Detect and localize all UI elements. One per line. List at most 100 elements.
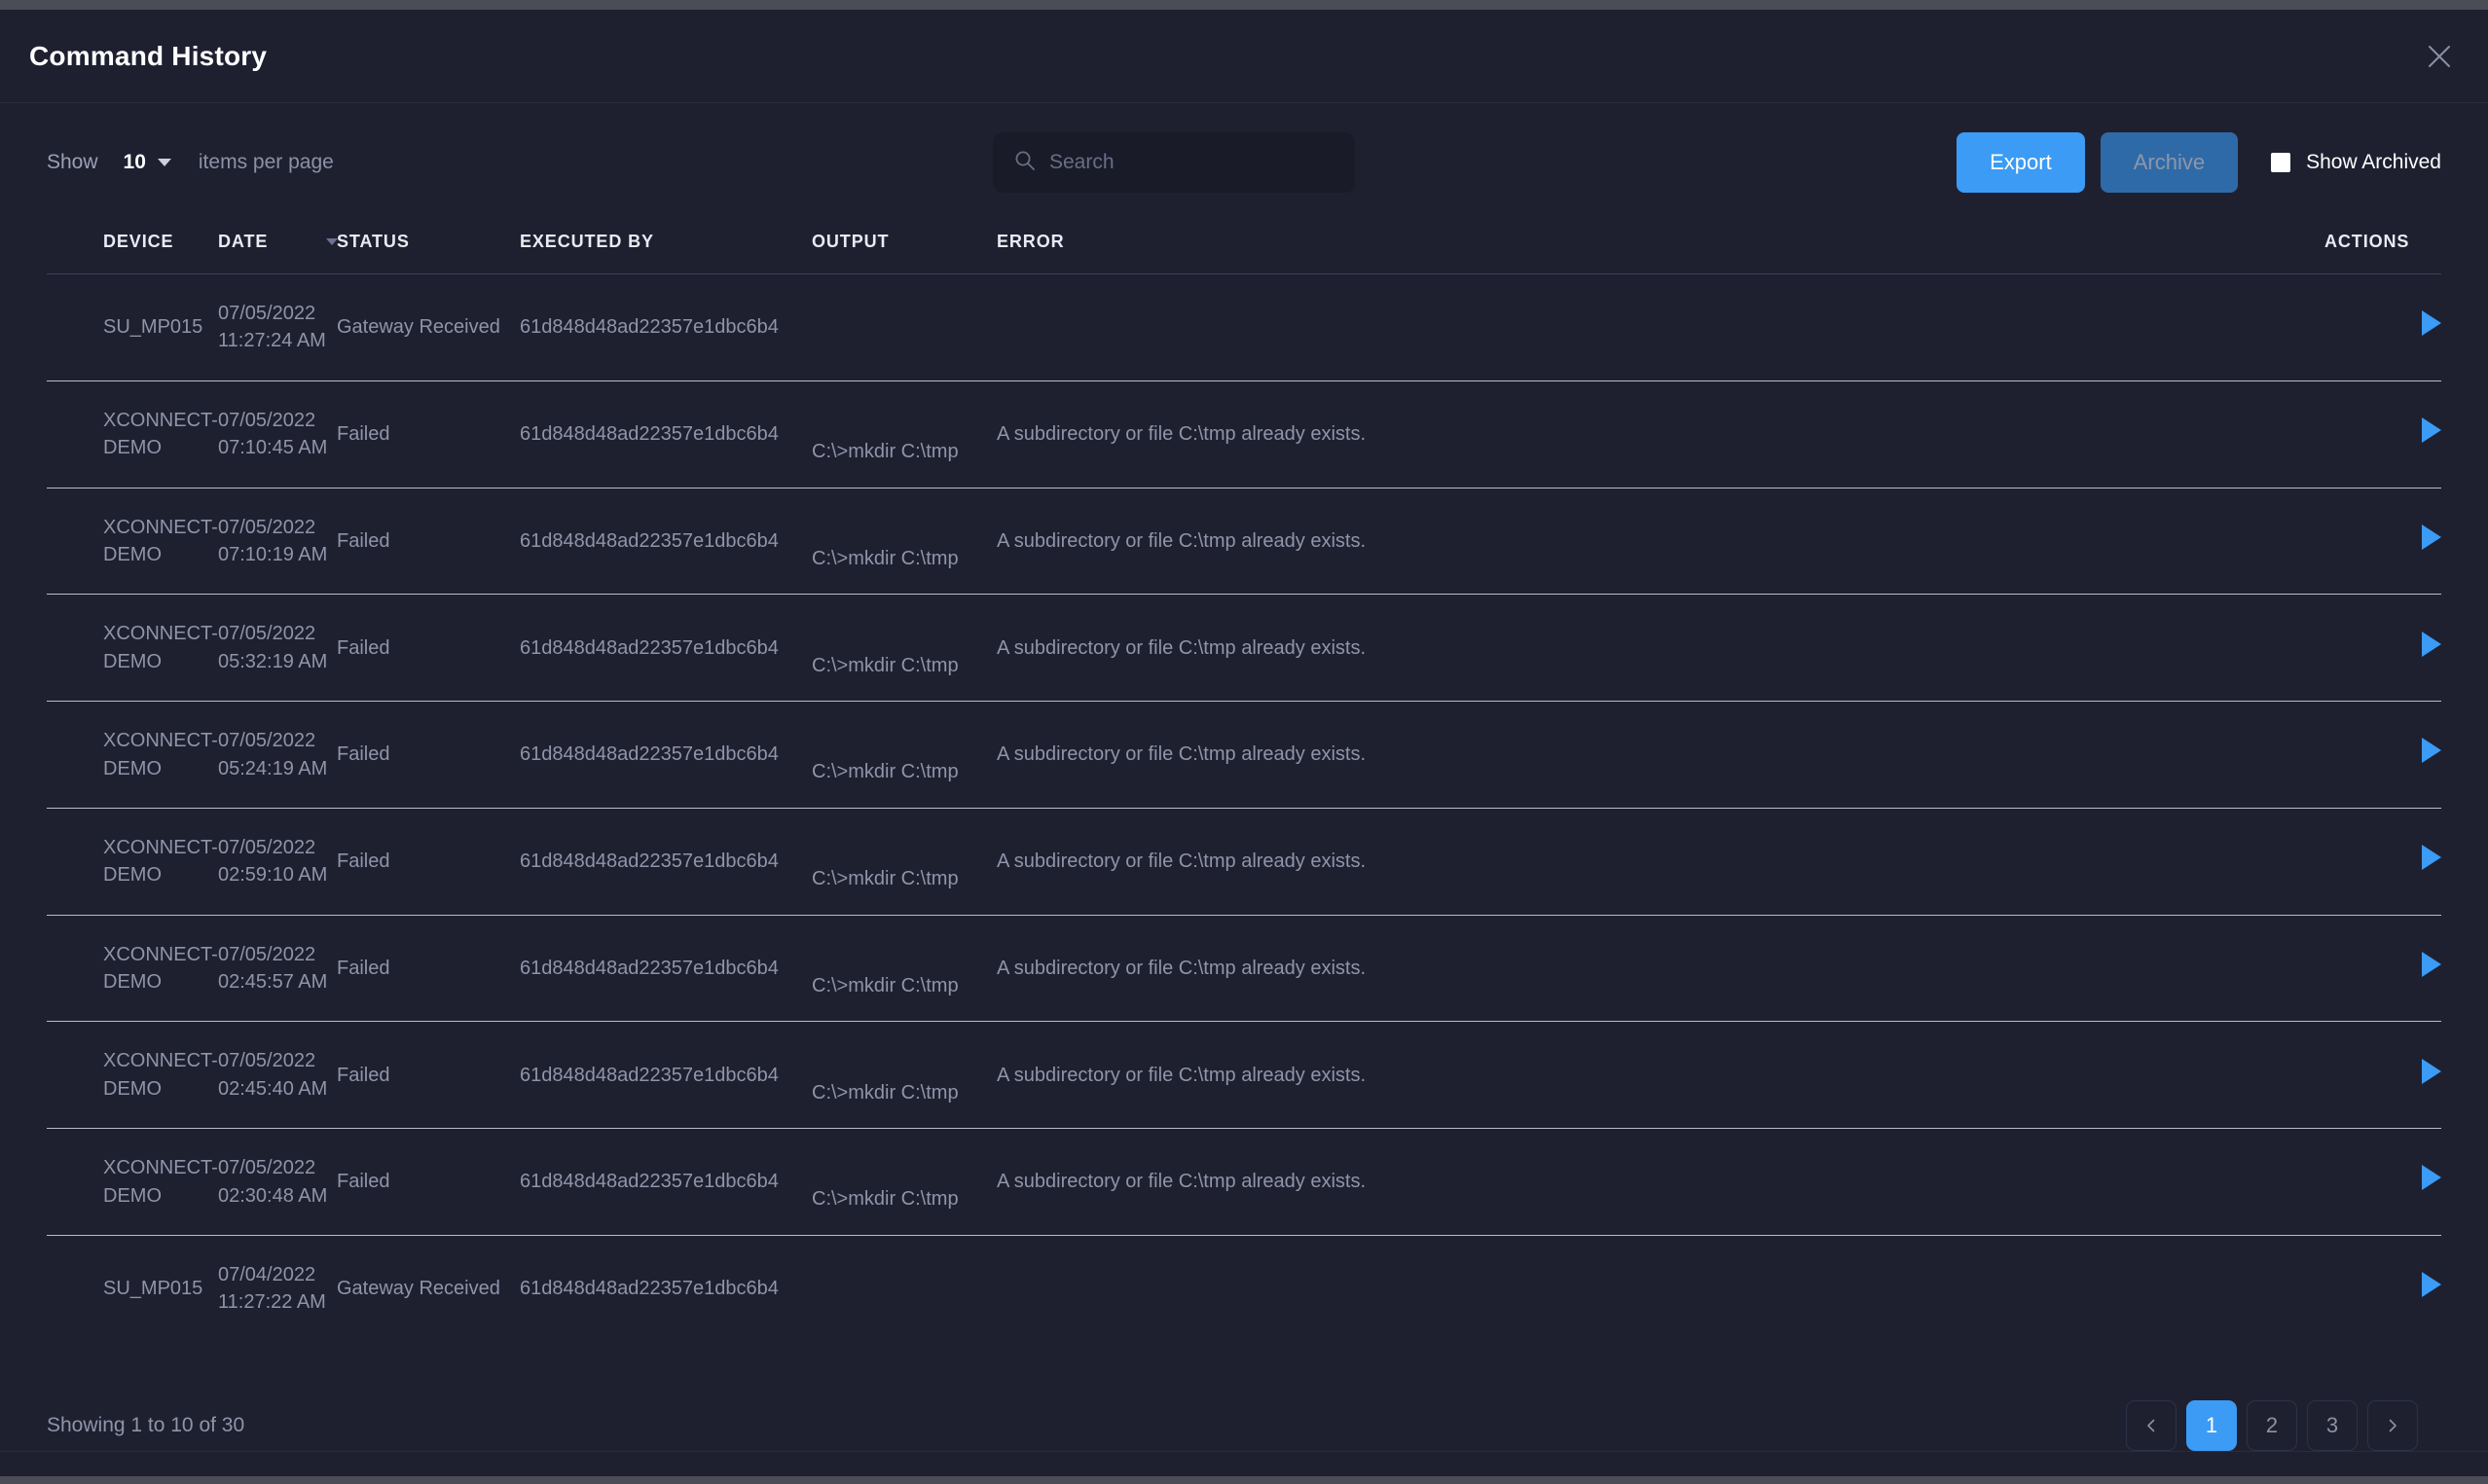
cell-executed-by: 61d848d48ad22357e1dbc6b4 xyxy=(520,380,812,489)
table-row[interactable]: XCONNECT-DEMO 07/05/2022 07:10:19 AM Failed… xyxy=(47,488,2441,613)
run-command-icon[interactable] xyxy=(2422,416,2441,443)
run-command-icon[interactable] xyxy=(2422,738,2441,764)
row-select-cell xyxy=(47,915,103,1023)
cell-error xyxy=(997,273,2324,381)
cell-executed-by: 61d848d48ad22357e1dbc6b4 xyxy=(520,808,812,916)
cell-device: XCONNECT-DEMO xyxy=(103,915,218,1023)
showing-range-text: Showing 1 to 10 of 30 xyxy=(47,1413,245,1436)
table-row[interactable]: XCONNECT-DEMO 07/05/2022 02:45:57 AM Failed… xyxy=(47,915,2441,1040)
cell-date: 07/05/2022 02:45:57 AM xyxy=(218,915,337,1023)
cell-output: C:\>mkdir C:\tmp xyxy=(812,1145,997,1254)
table-head: DEVICE DATE STATUS EXECUTED BY OUTPUT ER… xyxy=(47,222,2441,274)
cell-actions xyxy=(2324,1128,2441,1237)
run-command-icon[interactable] xyxy=(2422,1272,2441,1298)
pagination: 123 xyxy=(2126,1399,2418,1451)
run-command-icon[interactable] xyxy=(2422,524,2441,550)
archive-button: Archive xyxy=(2100,132,2239,193)
run-command-icon[interactable] xyxy=(2422,1058,2441,1084)
cell-date-time: 05:32:19 AM xyxy=(218,650,328,672)
cell-actions xyxy=(2324,380,2441,489)
cell-output: C:\>mkdir C:\tmp xyxy=(812,718,997,826)
table-row[interactable]: XCONNECT-DEMO 07/05/2022 05:32:19 AM Failed… xyxy=(47,594,2441,720)
page-title: Command History xyxy=(29,40,268,71)
page-size-select[interactable]: 10 xyxy=(124,151,171,174)
show-archived-checkbox[interactable] xyxy=(2271,153,2291,172)
cell-output: C:\>mkdir C:\tmp xyxy=(812,825,997,933)
export-button[interactable]: Export xyxy=(1957,132,2085,193)
cell-actions xyxy=(2324,594,2441,703)
table-row[interactable]: XCONNECT-DEMO 07/05/2022 02:45:40 AM Failed… xyxy=(47,1021,2441,1147)
cell-error: A subdirectory or file C:\tmp already ex… xyxy=(997,594,2324,703)
chevron-right-icon xyxy=(2385,1418,2400,1433)
cell-date-time: 07:10:19 AM xyxy=(218,543,328,565)
cell-error: A subdirectory or file C:\tmp already ex… xyxy=(997,915,2324,1023)
table-row[interactable]: SU_MP015 07/05/2022 11:27:24 AM Gateway Rec… xyxy=(47,273,2441,399)
cell-device: XCONNECT-DEMO xyxy=(103,1021,218,1130)
cell-actions xyxy=(2324,273,2441,381)
row-select-cell xyxy=(47,808,103,916)
column-header-status[interactable]: STATUS xyxy=(337,222,520,274)
command-history-table: DEVICE DATE STATUS EXECUTED BY OUTPUT ER… xyxy=(47,222,2441,1342)
table-row[interactable]: XCONNECT-DEMO 07/05/2022 05:24:19 AM Failed… xyxy=(47,701,2441,826)
cell-device: XCONNECT-DEMO xyxy=(103,808,218,916)
column-header-date-label: DATE xyxy=(218,232,269,251)
run-command-icon[interactable] xyxy=(2422,631,2441,657)
run-command-icon[interactable] xyxy=(2422,845,2441,871)
cell-date: 07/04/2022 11:27:22 AM xyxy=(218,1236,337,1342)
cell-error: A subdirectory or file C:\tmp already ex… xyxy=(997,488,2324,596)
cell-executed-by: 61d848d48ad22357e1dbc6b4 xyxy=(520,1021,812,1130)
table-row[interactable]: XCONNECT-DEMO 07/05/2022 07:10:45 AM Failed… xyxy=(47,380,2441,506)
cell-output: C:\>mkdir C:\tmp xyxy=(812,1038,997,1147)
cell-date-time: 05:24:19 AM xyxy=(218,757,328,779)
table-row[interactable]: XCONNECT-DEMO 07/05/2022 02:30:48 AM Failed… xyxy=(47,1128,2441,1254)
cell-status: Failed xyxy=(337,1021,520,1130)
run-command-icon[interactable] xyxy=(2422,951,2441,977)
cell-output: C:\>mkdir C:\tmp xyxy=(812,505,997,613)
cell-error: A subdirectory or file C:\tmp already ex… xyxy=(997,380,2324,489)
window-bottom-strip xyxy=(0,1476,2488,1484)
pagination-next[interactable] xyxy=(2367,1399,2418,1451)
search-box[interactable] xyxy=(993,132,1355,193)
screen: Command History Show 10 items per page S… xyxy=(0,0,2488,1484)
cell-error: A subdirectory or file C:\tmp already ex… xyxy=(997,1021,2324,1130)
cell-executed-by: 61d848d48ad22357e1dbc6b4 xyxy=(520,1278,779,1300)
cell-date-time: 02:59:10 AM xyxy=(218,864,328,887)
column-header-executed-by[interactable]: EXECUTED BY xyxy=(520,222,812,274)
table-row[interactable]: XCONNECT-DEMO 07/05/2022 02:59:10 AM Failed… xyxy=(47,808,2441,933)
column-header-error[interactable]: ERROR xyxy=(997,222,2324,274)
search-input[interactable] xyxy=(1049,151,1334,174)
cell-date-day: 07/05/2022 xyxy=(218,1050,316,1072)
cell-date-day: 07/05/2022 xyxy=(218,623,316,645)
select-all-header xyxy=(47,222,103,274)
cell-date-time: 07:10:45 AM xyxy=(218,437,328,459)
cell-executed-by: 61d848d48ad22357e1dbc6b4 xyxy=(520,701,812,809)
cell-output xyxy=(812,291,997,399)
cell-executed-by: 61d848d48ad22357e1dbc6b4 xyxy=(520,1128,812,1237)
show-archived-toggle[interactable]: Show Archived xyxy=(2271,151,2441,174)
pagination-page[interactable]: 2 xyxy=(2247,1399,2297,1451)
table-body: SU_MP015 07/05/2022 11:27:24 AM Gateway Rec… xyxy=(47,273,2441,1342)
row-select-cell xyxy=(47,1128,103,1237)
cell-date: 07/05/2022 02:59:10 AM xyxy=(218,808,337,916)
run-command-icon[interactable] xyxy=(2422,1165,2441,1191)
cell-error: A subdirectory or file C:\tmp already ex… xyxy=(997,1128,2324,1237)
pagination-prev[interactable] xyxy=(2126,1399,2177,1451)
cell-date: 07/05/2022 05:32:19 AM xyxy=(218,594,337,703)
close-icon[interactable] xyxy=(2418,35,2461,78)
cell-actions xyxy=(2324,808,2441,916)
column-header-device[interactable]: DEVICE xyxy=(103,222,218,274)
column-header-output[interactable]: OUTPUT xyxy=(812,222,997,274)
cell-device: SU_MP015 xyxy=(103,1278,203,1300)
table-row[interactable]: SU_MP015 07/04/2022 11:27:22 AM Gateway Rec… xyxy=(47,1236,2441,1342)
cell-actions xyxy=(2324,915,2441,1023)
cell-date-time: 02:45:40 AM xyxy=(218,1077,328,1100)
pagination-page[interactable]: 1 xyxy=(2186,1399,2237,1451)
modal-header: Command History xyxy=(0,10,2488,103)
cell-output: C:\>mkdir C:\tmp xyxy=(812,611,997,720)
cell-date: 07/05/2022 02:45:40 AM xyxy=(218,1021,337,1130)
row-select-cell xyxy=(47,273,103,381)
pagination-page[interactable]: 3 xyxy=(2307,1399,2358,1451)
run-command-icon[interactable] xyxy=(2422,310,2441,337)
cell-status: Failed xyxy=(337,488,520,596)
column-header-date[interactable]: DATE xyxy=(218,222,339,274)
